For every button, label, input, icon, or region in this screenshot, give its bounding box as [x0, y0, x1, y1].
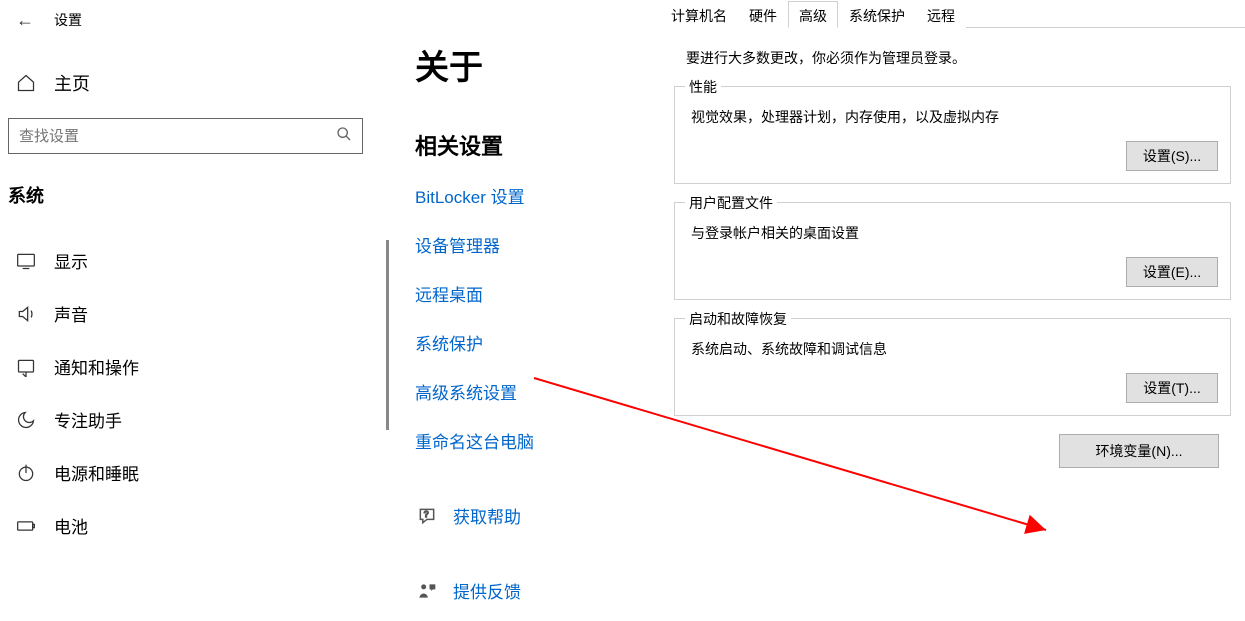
- link-rename-pc[interactable]: 重命名这台电脑: [415, 428, 655, 453]
- nav-item-focus[interactable]: 专注助手: [0, 393, 390, 446]
- link-device-manager[interactable]: 设备管理器: [415, 232, 655, 257]
- related-settings-title: 相关设置: [415, 129, 655, 161]
- back-arrow-icon[interactable]: ←: [16, 10, 34, 31]
- group-user-profiles: 用户配置文件 与登录帐户相关的桌面设置 设置(E)...: [674, 202, 1231, 300]
- link-bitlocker[interactable]: BitLocker 设置: [415, 183, 655, 208]
- power-icon: [16, 463, 36, 483]
- user-profiles-settings-button[interactable]: 设置(E)...: [1126, 257, 1218, 287]
- tab-remote[interactable]: 远程: [916, 1, 966, 28]
- link-advanced-system-settings[interactable]: 高级系统设置: [415, 379, 655, 404]
- scrollbar-thumb[interactable]: [386, 240, 389, 430]
- about-panel: 关于 相关设置 BitLocker 设置 设备管理器 远程桌面 系统保护 高级系…: [415, 40, 655, 621]
- group-startup-recovery: 启动和故障恢复 系统启动、系统故障和调试信息 设置(T)...: [674, 318, 1231, 416]
- tab-hardware[interactable]: 硬件: [738, 1, 788, 28]
- group-desc: 与登录帐户相关的桌面设置: [691, 223, 1214, 243]
- tab-advanced[interactable]: 高级: [788, 1, 838, 28]
- startup-recovery-settings-button[interactable]: 设置(T)...: [1126, 373, 1218, 403]
- about-title: 关于: [415, 40, 655, 89]
- feedback-icon: [415, 579, 439, 603]
- svg-text:?: ?: [424, 508, 429, 518]
- performance-settings-button[interactable]: 设置(S)...: [1126, 141, 1218, 171]
- link-remote-desktop[interactable]: 远程桌面: [415, 281, 655, 306]
- nav-item-sound[interactable]: 声音: [0, 287, 390, 340]
- nav-label: 电池: [54, 513, 88, 538]
- group-desc: 视觉效果，处理器计划，内存使用，以及虚拟内存: [691, 107, 1214, 127]
- help-icon: ?: [415, 504, 439, 528]
- search-input[interactable]: [19, 128, 336, 145]
- link-system-protection[interactable]: 系统保护: [415, 330, 655, 355]
- sound-icon: [16, 304, 36, 324]
- display-icon: [16, 251, 36, 271]
- nav-item-notifications[interactable]: 通知和操作: [0, 340, 390, 393]
- get-help-label: 获取帮助: [453, 503, 521, 528]
- feedback-row[interactable]: 提供反馈: [415, 578, 655, 603]
- environment-variables-button[interactable]: 环境变量(N)...: [1059, 434, 1219, 468]
- tabs: 计算机名 硬件 高级 系统保护 远程: [660, 0, 1245, 28]
- group-legend: 启动和故障恢复: [685, 309, 791, 329]
- system-properties-dialog: 计算机名 硬件 高级 系统保护 远程 要进行大多数更改，你必须作为管理员登录。 …: [660, 0, 1245, 593]
- dialog-body: 要进行大多数更改，你必须作为管理员登录。 性能 视觉效果，处理器计划，内存使用，…: [660, 28, 1245, 478]
- battery-icon: [16, 516, 36, 536]
- group-performance: 性能 视觉效果，处理器计划，内存使用，以及虚拟内存 设置(S)...: [674, 86, 1231, 184]
- nav-list: 显示 声音 通知和操作 专注助手 电源和睡眠: [0, 234, 390, 552]
- group-legend: 用户配置文件: [685, 193, 777, 213]
- search-icon: [336, 126, 352, 147]
- admin-note: 要进行大多数更改，你必须作为管理员登录。: [674, 48, 1231, 68]
- category-header: 系统: [0, 166, 390, 218]
- nav-label: 电源和睡眠: [54, 460, 139, 485]
- group-desc: 系统启动、系统故障和调试信息: [691, 339, 1214, 359]
- nav-item-battery[interactable]: 电池: [0, 499, 390, 552]
- home-icon: [16, 73, 36, 93]
- search-box[interactable]: [8, 118, 363, 154]
- nav-label: 专注助手: [54, 407, 122, 432]
- nav-item-power[interactable]: 电源和睡眠: [0, 446, 390, 499]
- settings-title: 设置: [54, 10, 82, 30]
- nav-item-display[interactable]: 显示: [0, 234, 390, 287]
- tab-system-protection[interactable]: 系统保护: [838, 1, 916, 28]
- settings-sidebar: ← 设置 主页 系统 显示 声音 通知和操: [0, 0, 390, 593]
- settings-header: ← 设置: [0, 0, 390, 40]
- focus-icon: [16, 410, 36, 430]
- feedback-label: 提供反馈: [453, 578, 521, 603]
- nav-label: 显示: [54, 248, 88, 273]
- notify-icon: [16, 357, 36, 377]
- nav-label: 通知和操作: [54, 354, 139, 379]
- get-help-row[interactable]: ? 获取帮助: [415, 503, 655, 528]
- home-label: 主页: [54, 70, 90, 96]
- group-legend: 性能: [685, 77, 721, 97]
- home-row[interactable]: 主页: [0, 60, 390, 106]
- nav-label: 声音: [54, 301, 88, 326]
- tab-computer-name[interactable]: 计算机名: [660, 1, 738, 28]
